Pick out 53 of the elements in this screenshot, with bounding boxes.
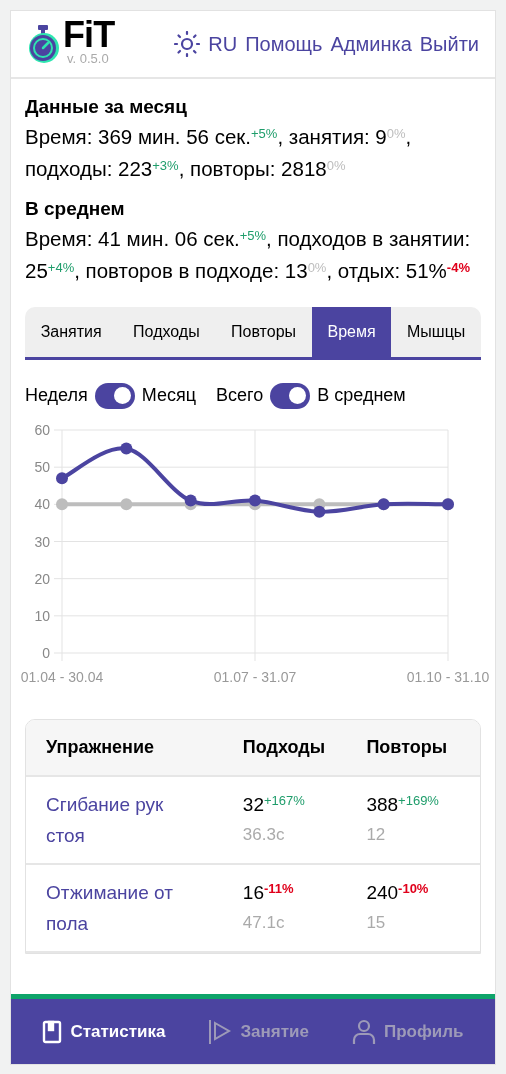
book-icon [42, 1019, 63, 1044]
sun-icon[interactable] [174, 31, 201, 57]
nav-tab[interactable]: Статистика [42, 1018, 166, 1045]
y-axis-label: 20 [34, 570, 50, 587]
app-logo[interactable]: FiT [63, 18, 115, 52]
nav-link[interactable]: Выйти [419, 29, 479, 59]
stats-paragraph: Время: 369 мин. 56 сек.$^{+5%}$, занятия: 9$^{0%}$, подходы: 223$^{+3%}$, повторы: 2818$^{0%}$ [25, 124, 413, 182]
y-axis-label: 10 [34, 607, 50, 624]
y-axis-label: 40 [34, 496, 50, 513]
x-axis-label: 01.07 - 31.07 [213, 669, 297, 685]
table-cell: 32$^{+167%}$ 36.3с [234, 776, 359, 864]
table-cell: 240$^{-10%}$ 15 [358, 864, 480, 952]
nav-link[interactable]: RU [208, 29, 238, 59]
nav-link[interactable]: Помощь [245, 29, 323, 59]
toggle-label: Неделя [25, 384, 88, 407]
section-heading: Данные за месяц [25, 95, 188, 119]
table-cell: 16$^{-11%}$ 47.1с [234, 864, 359, 952]
toggle-label: Всего [216, 384, 264, 407]
nav-link[interactable]: Админка [330, 29, 412, 59]
point [120, 498, 133, 511]
point [184, 494, 197, 507]
toggle-switch[interactable] [94, 382, 135, 409]
point [56, 472, 68, 485]
toggle-label: Месяц [141, 384, 197, 407]
y-axis-label: 50 [34, 459, 50, 476]
x-axis-label: 01.04 - 30.04 [20, 669, 104, 685]
column-header: Подходы [234, 720, 359, 776]
y-axis-label: 0 [42, 645, 50, 661]
tab[interactable]: Повторы [215, 307, 312, 357]
y-axis-label: 60 [34, 425, 50, 438]
section-heading: В среднем [25, 197, 126, 221]
tab[interactable]: Время [311, 307, 392, 357]
point [313, 505, 326, 518]
tab[interactable]: Занятия [25, 307, 118, 357]
column-header: Повторы [358, 720, 480, 776]
stopwatch-icon [27, 24, 61, 64]
stats-paragraph: Время: 41 мин. 06 сек.$^{+5%}$, подходов в занятии: 25$^{+4%}$, повторов в подходе: 13$^{0%}$, отдых: 51%$^{-4%}$ [25, 226, 472, 284]
table-cell: 388$^{+169%}$ 12 [358, 776, 480, 864]
user-icon [351, 1018, 376, 1045]
exercise-link[interactable]: Сгибание рук стоя [46, 789, 195, 851]
point [56, 498, 68, 511]
point [120, 442, 133, 455]
point [249, 494, 261, 507]
x-axis-label: 01.10 - 31.10 [406, 669, 490, 685]
version-label: v. 0.5.0 [67, 52, 110, 66]
play-flag-icon [208, 1018, 233, 1045]
toggle-switch[interactable] [270, 382, 311, 409]
toggle-label: В среднем [317, 384, 406, 407]
tab[interactable]: Мышцы [391, 307, 481, 357]
exercise-link[interactable]: Отжимание от пола [46, 877, 195, 939]
column-header: Упражнение [26, 720, 235, 776]
tab[interactable]: Подходы [117, 307, 216, 357]
y-axis-label: 30 [34, 533, 50, 550]
